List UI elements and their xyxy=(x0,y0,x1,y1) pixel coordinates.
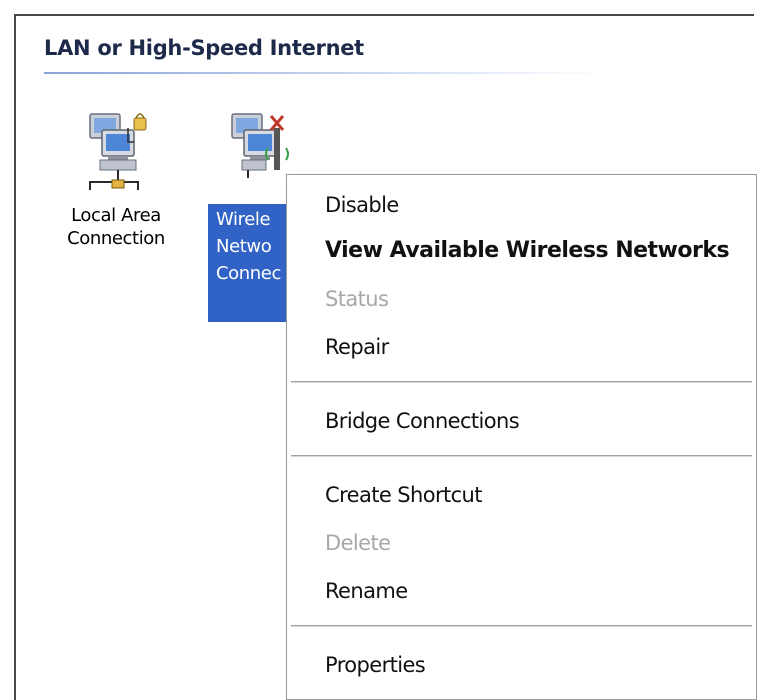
menu-item-delete: Delete xyxy=(325,531,391,555)
local-area-connection-item[interactable]: Local Area Connection xyxy=(56,108,176,250)
local-area-connection-label: Local Area Connection xyxy=(67,205,165,249)
menu-item-disable[interactable]: Disable xyxy=(325,187,399,223)
group-title: LAN or High-Speed Internet xyxy=(44,36,364,60)
menu-item-bridge-connections[interactable]: Bridge Connections xyxy=(325,403,520,439)
menu-separator xyxy=(291,455,752,458)
menu-item-properties[interactable]: Properties xyxy=(325,647,426,683)
lan-connection-icon xyxy=(56,108,176,198)
menu-item-repair[interactable]: Repair xyxy=(325,329,389,365)
menu-item-status: Status xyxy=(325,287,389,311)
menu-item-view-available-wireless-networks[interactable]: View Available Wireless Networks xyxy=(325,233,730,269)
menu-item-rename[interactable]: Rename xyxy=(325,573,408,609)
menu-separator xyxy=(291,625,752,628)
group-header: LAN or High-Speed Internet xyxy=(44,30,644,80)
menu-separator xyxy=(291,381,752,384)
context-menu: Disable View Available Wireless Networks… xyxy=(286,174,757,700)
menu-item-create-shortcut[interactable]: Create Shortcut xyxy=(325,477,483,513)
group-divider xyxy=(44,72,604,74)
